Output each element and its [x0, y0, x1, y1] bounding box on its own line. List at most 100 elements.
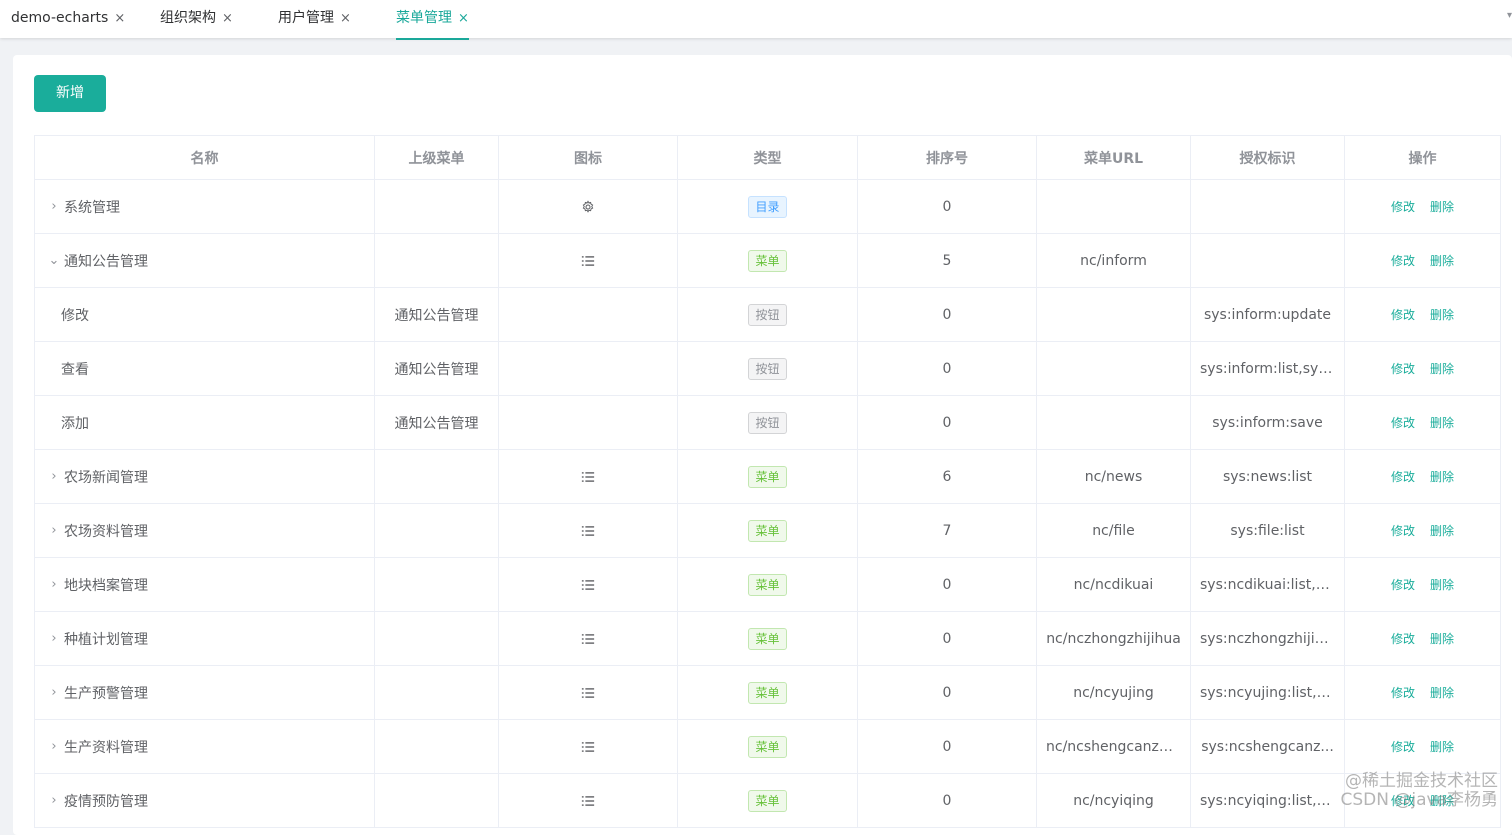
icon-cell — [499, 450, 678, 504]
edit-button[interactable]: 修改 — [1391, 522, 1415, 539]
menu-url: nc/nczhongzhijihua — [1046, 630, 1181, 647]
name-cell: › 农场新闻管理 — [35, 450, 375, 504]
list-icon — [581, 470, 595, 484]
edit-button[interactable]: 修改 — [1391, 306, 1415, 323]
order-number: 0 — [942, 306, 952, 323]
menu-table: 名称 上级菜单 图标 类型 排序号 菜单URL 授权标识 操作 › 系统管理 目录 0 修改 删除 ⌄ 通知… — [34, 135, 1501, 828]
list-icon — [581, 254, 595, 268]
menu-name: 添加 — [61, 415, 89, 432]
close-icon[interactable]: × — [458, 11, 469, 26]
list-icon — [581, 686, 595, 700]
edit-button[interactable]: 修改 — [1391, 738, 1415, 755]
edit-button[interactable]: 修改 — [1391, 468, 1415, 485]
delete-button[interactable]: 删除 — [1430, 414, 1454, 431]
icon-cell — [499, 558, 678, 612]
chevron-right-icon[interactable]: › — [47, 685, 61, 700]
chevron-down-icon[interactable]: ▾ — [1507, 10, 1512, 21]
chevron-right-icon[interactable]: › — [47, 793, 61, 808]
url-cell — [1037, 180, 1191, 234]
delete-button[interactable]: 删除 — [1430, 630, 1454, 647]
name-cell: › 系统管理 — [35, 180, 375, 234]
icon-cell — [499, 288, 678, 342]
delete-button[interactable]: 删除 — [1430, 360, 1454, 377]
name-cell: ⌄ 通知公告管理 — [35, 234, 375, 288]
tab-org-structure[interactable]: 组织架构 × — [160, 0, 233, 38]
menu-name: 地块档案管理 — [64, 577, 148, 594]
chevron-right-icon[interactable]: › — [47, 739, 61, 754]
edit-button[interactable]: 修改 — [1391, 360, 1415, 377]
delete-button[interactable]: 删除 — [1430, 306, 1454, 323]
tab-demo-echarts[interactable]: demo-echarts × — [11, 0, 125, 38]
column-header: 类型 — [678, 136, 858, 180]
perm-cell: sys:ncyujing:list,s... — [1191, 666, 1345, 720]
table-row: 修改 通知公告管理 按钮 0 sys:inform:update 修改 删除 — [35, 288, 1501, 342]
parent-cell — [375, 234, 499, 288]
permission: sys:ncyujing:list,s... — [1200, 684, 1335, 701]
perm-cell: sys:inform:list,sys:... — [1191, 342, 1345, 396]
close-icon[interactable]: × — [222, 11, 233, 26]
delete-button[interactable]: 删除 — [1430, 198, 1454, 215]
table-row: › 种植计划管理 菜单 0 nc/nczhongzhijihua sys:nczhongz… — [35, 612, 1501, 666]
type-cell: 菜单 — [678, 504, 858, 558]
column-header: 名称 — [35, 136, 375, 180]
menu-name: 通知公告管理 — [64, 253, 148, 270]
table-row: › 农场新闻管理 菜单 6 nc/news sys:news:list 修改 删除 — [35, 450, 1501, 504]
order-number: 0 — [942, 684, 952, 701]
close-icon[interactable]: × — [340, 11, 351, 26]
order-cell: 0 — [858, 396, 1037, 450]
edit-button[interactable]: 修改 — [1391, 252, 1415, 269]
type-cell: 菜单 — [678, 612, 858, 666]
order-cell: 0 — [858, 288, 1037, 342]
table-row: › 系统管理 目录 0 修改 删除 — [35, 180, 1501, 234]
type-cell: 菜单 — [678, 450, 858, 504]
close-icon[interactable]: × — [114, 11, 125, 26]
chevron-right-icon[interactable]: › — [47, 199, 61, 214]
icon-cell — [499, 180, 678, 234]
type-tag: 菜单 — [748, 465, 787, 488]
delete-button[interactable]: 删除 — [1430, 468, 1454, 485]
type-tag: 按钮 — [748, 357, 787, 380]
order-cell: 0 — [858, 612, 1037, 666]
column-header: 图标 — [499, 136, 678, 180]
delete-button[interactable]: 删除 — [1430, 576, 1454, 593]
chevron-right-icon[interactable]: › — [47, 523, 61, 538]
icon-cell — [499, 342, 678, 396]
edit-button[interactable]: 修改 — [1391, 198, 1415, 215]
delete-button[interactable]: 删除 — [1430, 684, 1454, 701]
table-row: › 生产预警管理 菜单 0 nc/ncyujing sys:ncyujing:list,s… — [35, 666, 1501, 720]
parent-cell: 通知公告管理 — [375, 288, 499, 342]
edit-button[interactable]: 修改 — [1391, 414, 1415, 431]
name-cell: 查看 — [35, 342, 375, 396]
url-cell: nc/file — [1037, 504, 1191, 558]
edit-button[interactable]: 修改 — [1391, 630, 1415, 647]
name-cell: › 种植计划管理 — [35, 612, 375, 666]
parent-cell — [375, 504, 499, 558]
list-icon — [581, 524, 595, 538]
type-tag: 菜单 — [748, 735, 787, 758]
parent-cell — [375, 450, 499, 504]
delete-button[interactable]: 删除 — [1430, 252, 1454, 269]
edit-button[interactable]: 修改 — [1391, 576, 1415, 593]
chevron-right-icon[interactable]: › — [47, 631, 61, 646]
column-header: 排序号 — [858, 136, 1037, 180]
edit-button[interactable]: 修改 — [1391, 684, 1415, 701]
chevron-right-icon[interactable]: › — [47, 577, 61, 592]
order-cell: 6 — [858, 450, 1037, 504]
table-row: ⌄ 通知公告管理 菜单 5 nc/inform 修改 删除 — [35, 234, 1501, 288]
tab-label: 用户管理 — [278, 10, 334, 26]
table-body: › 系统管理 目录 0 修改 删除 ⌄ 通知公告管理 菜单 5 nc/inform 修改 删除 修改 通知公… — [35, 180, 1501, 828]
type-cell: 按钮 — [678, 396, 858, 450]
chevron-down-icon[interactable]: ⌄ — [47, 253, 61, 268]
column-header: 上级菜单 — [375, 136, 499, 180]
tab-menu-management[interactable]: 菜单管理 × — [396, 0, 469, 40]
icon-cell — [499, 396, 678, 450]
delete-button[interactable]: 删除 — [1430, 738, 1454, 755]
add-button[interactable]: 新增 — [34, 75, 106, 112]
parent-cell — [375, 612, 499, 666]
gear-icon — [581, 199, 595, 214]
tab-user-management[interactable]: 用户管理 × — [278, 0, 351, 38]
chevron-right-icon[interactable]: › — [47, 469, 61, 484]
delete-button[interactable]: 删除 — [1430, 522, 1454, 539]
order-number: 0 — [942, 198, 952, 215]
permission: sys:ncdikuai:list,s... — [1200, 576, 1335, 593]
